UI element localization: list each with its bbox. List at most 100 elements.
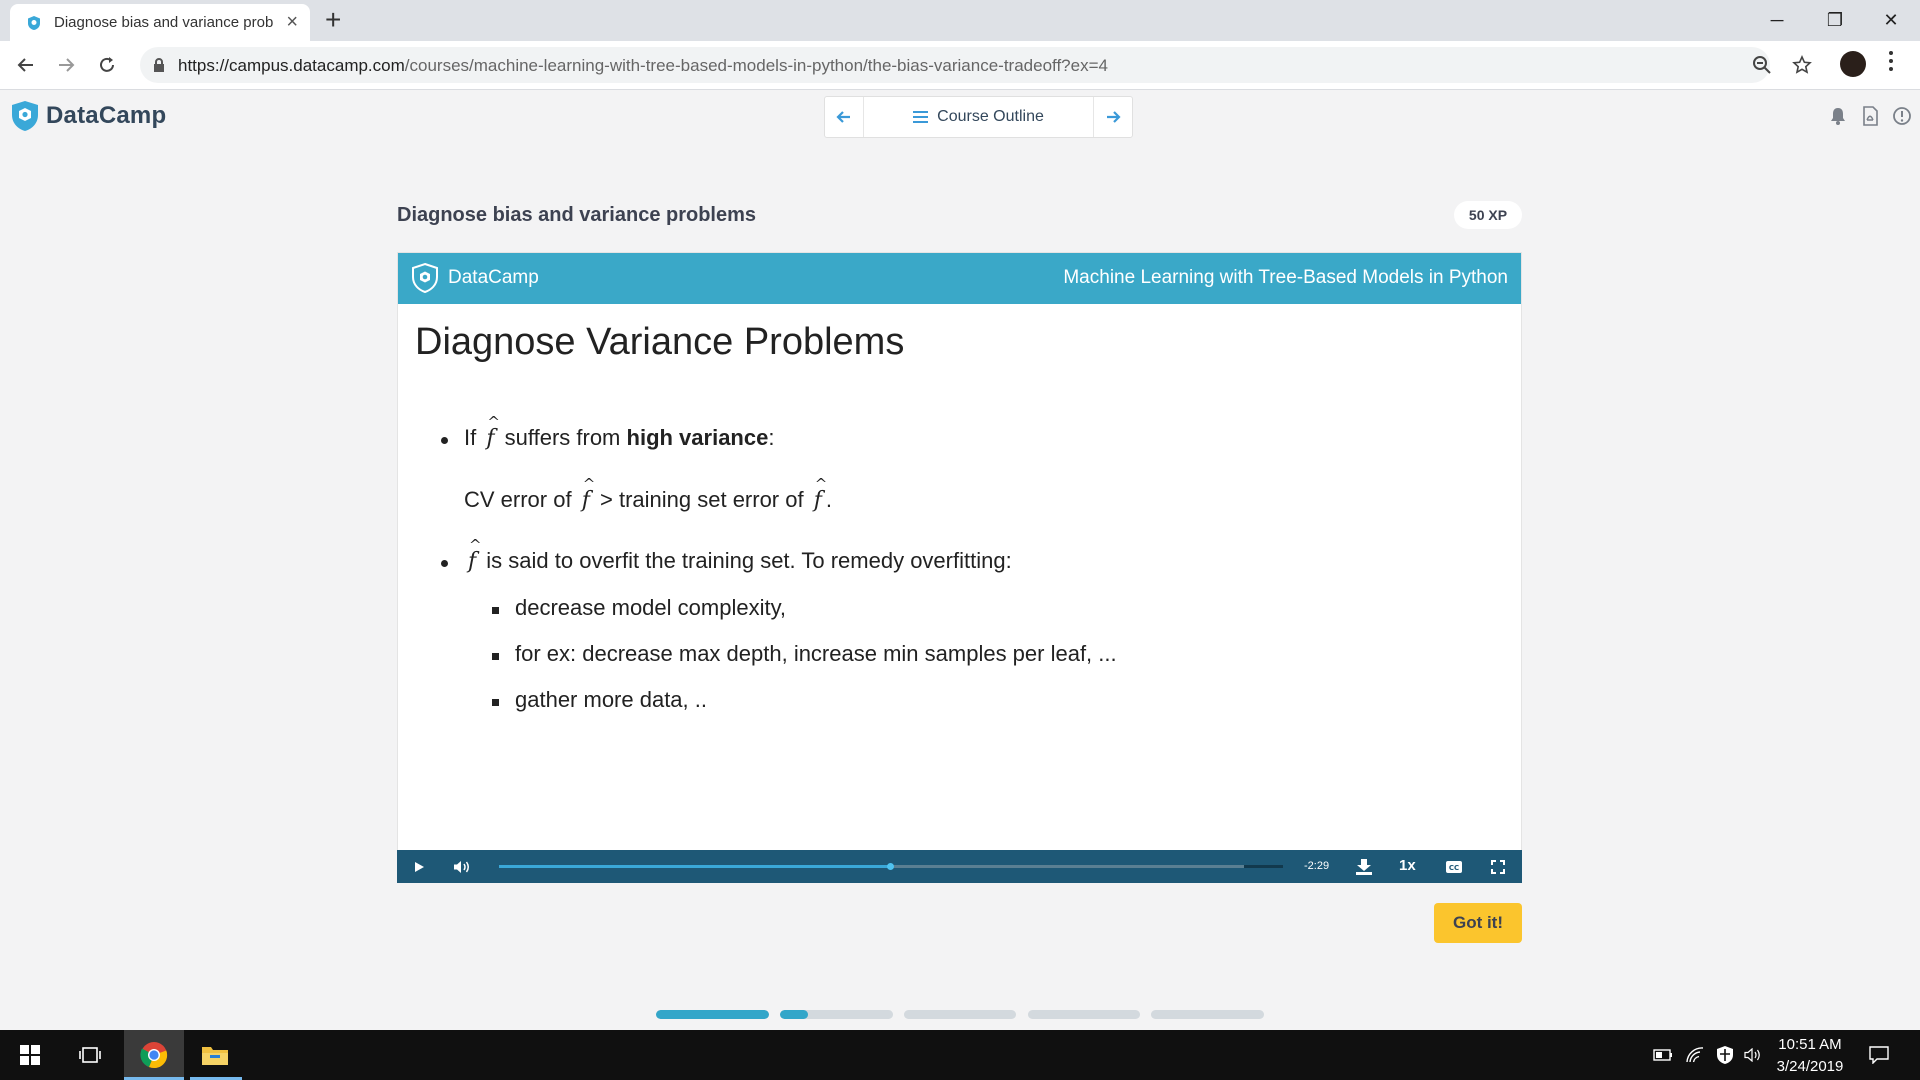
url-path: /courses/machine-learning-with-tree-base… [404,56,1108,75]
progress-fill [656,1010,769,1019]
folder-icon [202,1047,228,1065]
video-seek-bar[interactable] [499,863,1283,870]
datacamp-shield-icon [412,262,438,294]
text-colon: : [768,425,775,450]
reload-icon [100,57,114,72]
profile-avatar[interactable] [1840,51,1866,77]
speaker-glyph-icon [1744,1048,1760,1062]
system-clock[interactable]: 10:51 AM 3/24/2019 [1770,1034,1850,1078]
seek-played [499,865,891,868]
datacamp-logo[interactable]: DataCamp [10,100,166,132]
download-button[interactable] [1353,850,1375,883]
time-remaining: -2:29 [1304,860,1330,872]
datacamp-favicon-icon [28,15,40,30]
text-greater-than: > training set error of [600,487,804,512]
restore-button[interactable]: ❐ [1806,0,1864,41]
progress-segment-current[interactable] [780,1010,893,1019]
file-explorer-button[interactable] [186,1030,244,1080]
download-icon [1356,858,1372,875]
url-text: https://campus.datacamp.com/courses/mach… [178,56,1108,76]
f-hat-symbol: f [578,475,596,513]
menu-icon [913,111,929,123]
battery-glyph-icon [1653,1049,1672,1061]
got-it-button[interactable]: Got it! [1434,903,1522,943]
task-view-icon [79,1047,101,1063]
start-button[interactable] [10,1030,50,1080]
text-overfit: is said to overfit the training set. To … [486,548,1012,573]
arrow-left-icon [836,111,850,123]
slide-heading: Diagnose Variance Problems [415,321,905,363]
bullet-square [492,653,499,660]
battery-icon[interactable] [1652,1030,1674,1080]
volume-button[interactable] [451,850,473,883]
browser-menu-icon[interactable] [1888,51,1894,71]
text-high-variance: high variance [626,425,769,450]
cv-error-line: CV error of f > training set error of f. [464,475,832,513]
progress-segment[interactable] [1028,1010,1140,1019]
speaker-icon[interactable] [1742,1030,1764,1080]
reload-button[interactable] [93,51,121,79]
browser-tab-strip: Diagnose bias and variance prob × + ─ ❐ … [0,0,1920,41]
bell-icon[interactable] [1828,106,1848,126]
volume-icon [454,860,469,873]
captions-button[interactable]: CC [1443,850,1465,883]
playback-rate-button[interactable]: 1x [1399,857,1416,874]
seek-handle[interactable] [887,863,894,870]
windows-taskbar: 10:51 AM 3/24/2019 [0,1030,1920,1080]
video-controls: -2:29 1x CC [397,850,1522,883]
clock-date: 3/24/2019 [1776,1058,1844,1075]
slide-brand: DataCamp [410,262,539,294]
alert-icon[interactable] [1892,106,1912,126]
wifi-icon[interactable] [1684,1030,1706,1080]
notifications-button[interactable] [1864,1030,1894,1080]
exercise-title: Diagnose bias and variance problems [397,204,757,226]
course-outline-button[interactable]: Course Outline [863,97,1094,137]
new-tab-button[interactable]: + [325,4,341,36]
header-actions [1828,106,1912,126]
fullscreen-button[interactable] [1487,850,1509,883]
close-icon[interactable]: × [286,12,298,32]
task-view-button[interactable] [70,1030,110,1080]
zoom-icon[interactable] [1752,55,1772,75]
play-button[interactable] [409,850,429,883]
progress-segment[interactable] [1151,1010,1264,1019]
action-center-icon [1869,1046,1889,1064]
sub-item: for ex: decrease max depth, increase min… [515,641,1117,666]
browser-tab[interactable]: Diagnose bias and variance prob × [10,4,310,41]
tab-title: Diagnose bias and variance prob [54,14,274,31]
progress-fill [780,1010,808,1019]
bookmark-star-icon[interactable] [1792,55,1812,75]
forward-button[interactable] [52,51,80,79]
chrome-taskbar-button[interactable] [124,1030,184,1080]
f-hat-symbol: f [482,413,500,451]
minimize-button[interactable]: ─ [1748,0,1806,41]
text-suffers: suffers from [504,425,621,450]
video-slide[interactable]: DataCamp Machine Learning with Tree-Base… [397,252,1522,851]
progress-segment[interactable] [656,1010,769,1019]
previous-exercise-button[interactable] [825,97,863,137]
arrow-right-icon [1107,111,1121,123]
chrome-icon [140,1042,168,1069]
address-bar[interactable]: https://campus.datacamp.com/courses/mach… [140,47,1812,83]
window-close-button[interactable]: ✕ [1862,0,1920,41]
xp-badge: 50 XP [1454,201,1522,229]
fullscreen-icon [1491,859,1505,874]
bullet-high-variance: If f suffers from high variance: [464,413,775,451]
bullet-square [492,699,499,706]
f-hat-symbol: f [810,475,828,513]
security-shield-icon[interactable] [1714,1030,1736,1080]
back-button[interactable] [12,51,40,79]
pdf-icon[interactable] [1860,106,1880,126]
datacamp-shield-icon [12,101,38,131]
text-if: If [464,425,477,450]
svg-text:CC: CC [1449,864,1459,872]
progress-segment[interactable] [904,1010,1016,1019]
slide-header-bar: DataCamp Machine Learning with Tree-Base… [398,253,1521,304]
captions-icon: CC [1446,860,1462,873]
lock-icon [154,58,164,72]
sub-item: decrease model complexity, [515,595,787,620]
next-exercise-button[interactable] [1094,97,1132,137]
windows-logo-icon [20,1045,40,1065]
play-icon [415,861,424,872]
text-cv-error: CV error of [464,487,572,512]
